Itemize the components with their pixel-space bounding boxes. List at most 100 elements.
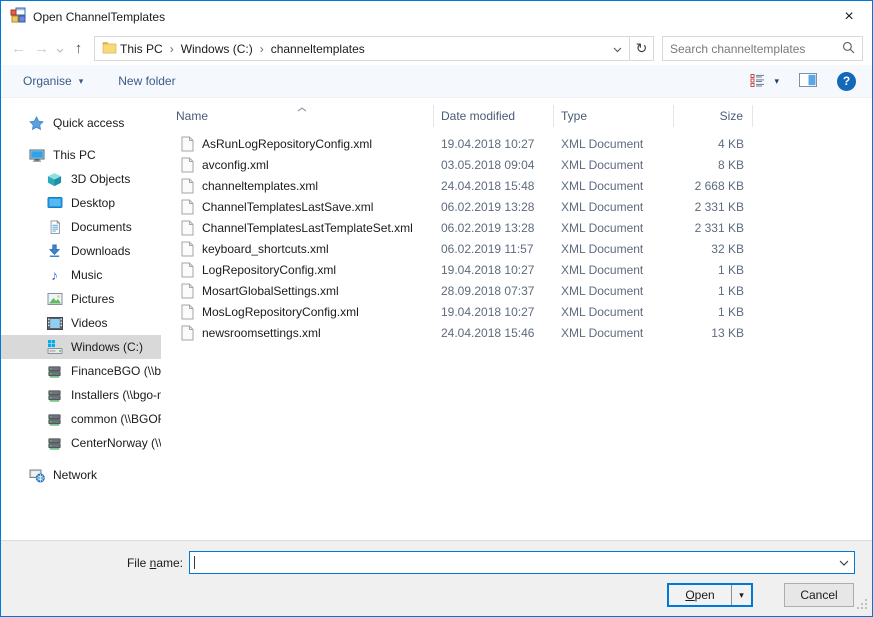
preview-pane-button[interactable]	[799, 73, 817, 90]
breadcrumb-item[interactable]: channeltemplates	[268, 42, 368, 56]
close-button[interactable]: ×	[826, 1, 872, 32]
sidebar-gap	[1, 455, 161, 463]
address-dropdown-button[interactable]	[605, 42, 629, 56]
open-label: Open	[685, 588, 714, 602]
table-row[interactable]: AsRunLogRepositoryConfig.xml 19.04.2018 …	[169, 133, 872, 154]
back-button[interactable]: ←	[7, 37, 30, 61]
table-row[interactable]: keyboard_shortcuts.xml 06.02.2019 11:57 …	[169, 238, 872, 259]
cancel-button[interactable]: Cancel	[784, 583, 854, 607]
xml-file-icon	[181, 136, 194, 152]
app-icon	[10, 7, 26, 26]
sidebar-item-network[interactable]: Network	[1, 463, 161, 487]
column-header-date-modified[interactable]: Date modified	[434, 105, 554, 127]
table-row[interactable]: ChannelTemplatesLastSave.xml 06.02.2019 …	[169, 196, 872, 217]
sidebar-item-common[interactable]: common (\\BGOFS	[1, 407, 161, 431]
xml-file-icon	[181, 178, 194, 194]
breadcrumb-separator-icon: ›	[256, 42, 268, 56]
toolbar-right-group: ▾ ?	[750, 72, 856, 91]
file-list-pane: Name Date modified Type Size AsRunLogRep…	[161, 98, 872, 540]
sidebar-item-label: CenterNorway (\\BG	[71, 436, 161, 450]
open-dropdown-button[interactable]: ▾	[731, 585, 751, 605]
file-name: ChannelTemplatesLastSave.xml	[202, 200, 373, 214]
file-date: 19.04.2018 10:27	[434, 263, 554, 277]
table-row[interactable]: channeltemplates.xml 24.04.2018 15:48 XM…	[169, 175, 872, 196]
file-size: 1 KB	[674, 263, 753, 277]
search-icon	[842, 41, 855, 57]
file-date: 06.02.2019 13:28	[434, 200, 554, 214]
file-name-input[interactable]	[195, 552, 834, 573]
column-header-size[interactable]: Size	[674, 105, 753, 127]
organise-label: Organise	[23, 74, 72, 88]
music-note-icon: ♪	[46, 267, 63, 283]
table-row[interactable]: ChannelTemplatesLastTemplateSet.xml 06.0…	[169, 217, 872, 238]
xml-file-icon	[181, 199, 194, 215]
videos-icon	[46, 315, 63, 331]
sidebar-item-desktop[interactable]: Desktop	[1, 191, 161, 215]
chevron-down-icon: ▾	[79, 77, 84, 86]
organise-button[interactable]: Organise ▾	[23, 74, 83, 88]
table-row[interactable]: MosLogRepositoryConfig.xml 19.04.2018 10…	[169, 301, 872, 322]
sidebar-item-label: Installers (\\bgo-mo	[71, 388, 161, 402]
sidebar-item-videos[interactable]: Videos	[1, 311, 161, 335]
new-folder-button[interactable]: New folder	[118, 74, 175, 88]
sidebar-item-windows-c[interactable]: Windows (C:)	[1, 335, 161, 359]
views-caret-button[interactable]: ▾	[774, 77, 779, 86]
sidebar-item-label: Documents	[71, 220, 132, 234]
help-button[interactable]: ?	[837, 72, 856, 91]
file-size: 1 KB	[674, 305, 753, 319]
file-size: 32 KB	[674, 242, 753, 256]
file-name: MosartGlobalSettings.xml	[202, 284, 339, 298]
chevron-down-icon	[839, 560, 849, 566]
file-size: 2 668 KB	[674, 179, 753, 193]
file-type: XML Document	[554, 284, 674, 298]
download-arrow-icon	[46, 243, 63, 259]
sidebar-item-financebgo[interactable]: FinanceBGO (\\bgo	[1, 359, 161, 383]
breadcrumb-item[interactable]: Windows (C:)	[178, 42, 256, 56]
file-type: XML Document	[554, 137, 674, 151]
up-icon: ↑	[75, 40, 83, 57]
sidebar-item-quick-access[interactable]: Quick access	[1, 111, 161, 135]
network-drive-icon	[46, 411, 63, 427]
document-icon	[46, 219, 63, 235]
views-button[interactable]	[750, 72, 766, 91]
table-row[interactable]: avconfig.xml 03.05.2018 09:04 XML Docume…	[169, 154, 872, 175]
sidebar-item-pictures[interactable]: Pictures	[1, 287, 161, 311]
recent-locations-button[interactable]	[53, 37, 67, 61]
open-split-button: Open ▾	[667, 583, 753, 607]
sidebar-item-this-pc[interactable]: This PC	[1, 143, 161, 167]
preview-pane-icon	[799, 73, 817, 87]
sidebar-item-3d-objects[interactable]: 3D Objects	[1, 167, 161, 191]
table-row[interactable]: MosartGlobalSettings.xml 28.09.2018 07:3…	[169, 280, 872, 301]
sidebar-item-downloads[interactable]: Downloads	[1, 239, 161, 263]
title-bar: Open ChannelTemplates ×	[1, 1, 872, 32]
breadcrumb-item[interactable]: This PC	[117, 42, 166, 56]
table-row[interactable]: newsroomsettings.xml 24.04.2018 15:46 XM…	[169, 322, 872, 343]
chevron-down-icon	[613, 42, 622, 56]
new-folder-label: New folder	[118, 74, 175, 88]
resize-grip[interactable]	[857, 599, 868, 613]
file-type: XML Document	[554, 200, 674, 214]
up-button[interactable]: ↑	[67, 37, 90, 61]
sidebar-item-centernorway[interactable]: CenterNorway (\\BG	[1, 431, 161, 455]
sidebar-item-documents[interactable]: Documents	[1, 215, 161, 239]
network-drive-icon	[46, 435, 63, 451]
file-size: 1 KB	[674, 284, 753, 298]
address-bar[interactable]: This PC › Windows (C:) › channeltemplate…	[94, 36, 630, 61]
file-rows: AsRunLogRepositoryConfig.xml 19.04.2018 …	[169, 133, 872, 343]
sidebar-item-installers[interactable]: Installers (\\bgo-mo	[1, 383, 161, 407]
sidebar-item-label: Videos	[71, 316, 107, 330]
forward-button[interactable]: →	[30, 37, 53, 61]
search-input[interactable]	[670, 42, 842, 56]
forward-icon: →	[34, 40, 49, 57]
network-drive-icon	[46, 387, 63, 403]
refresh-button[interactable]: ↻	[629, 36, 654, 61]
cancel-label: Cancel	[800, 588, 837, 602]
file-name: keyboard_shortcuts.xml	[202, 242, 329, 256]
column-header-type[interactable]: Type	[554, 105, 674, 127]
file-type: XML Document	[554, 179, 674, 193]
open-button[interactable]: Open	[669, 585, 731, 605]
xml-file-icon	[181, 283, 194, 299]
sidebar-item-music[interactable]: ♪ Music	[1, 263, 161, 287]
file-name-dropdown-button[interactable]	[834, 560, 854, 566]
table-row[interactable]: LogRepositoryConfig.xml 19.04.2018 10:27…	[169, 259, 872, 280]
